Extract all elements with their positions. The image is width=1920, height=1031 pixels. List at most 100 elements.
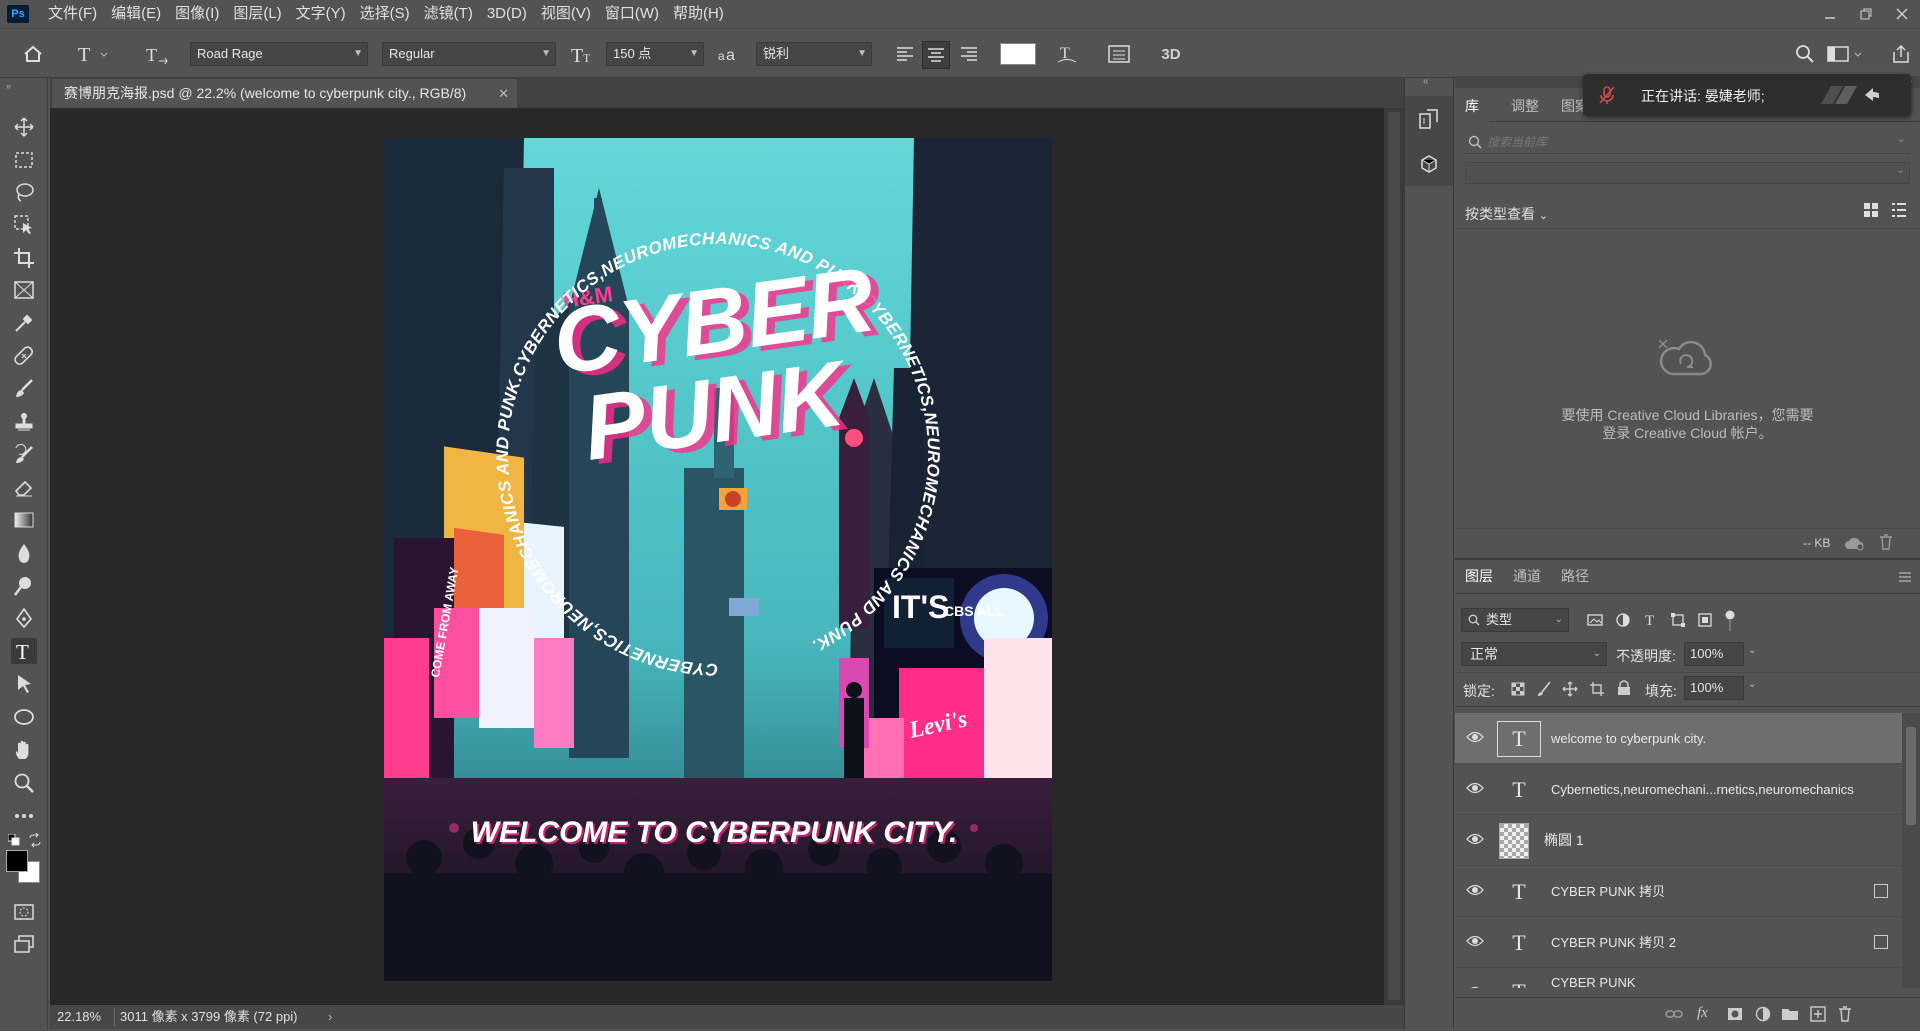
type-tool-icon[interactable]: T	[11, 638, 37, 664]
layer-row[interactable]: T CYBER PUNK 拷贝 2	[1455, 917, 1902, 968]
swap-colors-icon[interactable]	[28, 833, 42, 847]
poster-document[interactable]: H&M IT'S CBS ALL Levi's COME FROM AWAY C…	[384, 138, 1052, 981]
layers-scrollbar[interactable]	[1902, 713, 1920, 988]
filter-pixel-icon[interactable]	[1587, 612, 1603, 628]
eye-icon[interactable]	[1466, 985, 1484, 988]
menu-image[interactable]: 图像(I)	[168, 0, 226, 28]
layer-filter-select[interactable]: 类型 ⌄	[1461, 608, 1569, 632]
adjustment-layer-icon[interactable]	[1755, 1006, 1771, 1022]
align-center-icon[interactable]	[922, 41, 950, 69]
opacity-dropdown-icon[interactable]: ⌄	[1748, 645, 1756, 656]
layer-row[interactable]: T welcome to cyberpunk city.	[1455, 713, 1902, 764]
lock-all-icon[interactable]	[1617, 680, 1631, 696]
foreground-color-swatch[interactable]	[6, 850, 28, 872]
menu-window[interactable]: 窗口(W)	[598, 0, 666, 28]
lock-image-icon[interactable]	[1537, 681, 1551, 697]
layers-scrollbar-thumb[interactable]	[1906, 727, 1916, 825]
document-tab[interactable]: 赛博朋克海报.psd @ 22.2% (welcome to cyberpunk…	[52, 79, 517, 108]
eye-icon[interactable]	[1466, 883, 1484, 897]
delete-library-icon[interactable]	[1879, 534, 1893, 550]
lasso-tool-icon[interactable]	[11, 179, 37, 205]
view-by-type-dropdown[interactable]: 按类型查看 ⌄	[1465, 204, 1548, 224]
lock-transparent-icon[interactable]	[1511, 682, 1525, 696]
quick-mask-icon[interactable]	[11, 899, 37, 925]
layer-row[interactable]: 椭圆 1	[1455, 815, 1902, 866]
eraser-tool-icon[interactable]	[11, 474, 37, 500]
character-panel-icon[interactable]	[1106, 41, 1132, 67]
status-arrow-icon[interactable]: ›	[328, 1005, 332, 1029]
filter-adjustment-icon[interactable]	[1615, 612, 1631, 628]
menu-layer[interactable]: 图层(L)	[226, 0, 288, 28]
menu-3d[interactable]: 3D(D)	[480, 0, 534, 28]
clone-stamp-tool-icon[interactable]	[11, 409, 37, 435]
eyedropper-tool-icon[interactable]	[11, 310, 37, 336]
layer-row[interactable]: T CYBER PUNK 拷贝	[1455, 866, 1902, 917]
antialias-select[interactable]: 锐利 ▼	[756, 42, 872, 66]
fill-dropdown-icon[interactable]: ⌄	[1748, 679, 1756, 690]
3d-icon[interactable]: 3D	[1156, 41, 1186, 67]
lock-position-icon[interactable]	[1562, 681, 1578, 697]
brush-tool-icon[interactable]	[11, 376, 37, 402]
dodge-tool-icon[interactable]	[11, 573, 37, 599]
tab-adjustments[interactable]: 调整	[1501, 90, 1549, 122]
menu-edit[interactable]: 编辑(E)	[104, 0, 168, 28]
eye-icon[interactable]	[1466, 730, 1484, 744]
align-right-icon[interactable]	[956, 41, 982, 67]
toggle-text-orientation-icon[interactable]: T	[144, 41, 170, 67]
blur-tool-icon[interactable]	[11, 540, 37, 566]
grid-view-icon[interactable]	[1863, 202, 1879, 218]
eye-icon[interactable]	[1466, 781, 1484, 795]
link-layers-icon[interactable]	[1665, 1008, 1683, 1020]
filter-toggle-icon[interactable]	[1725, 610, 1735, 632]
collapse-toolbar-icon[interactable]: »	[6, 81, 11, 91]
layer-row[interactable]: T Cybernetics,neuromechani...rnetics,neu…	[1455, 764, 1902, 815]
hand-tool-icon[interactable]	[11, 737, 37, 763]
list-view-icon[interactable]	[1891, 202, 1907, 218]
font-size-input[interactable]: 150 点 ▼	[606, 42, 704, 66]
new-group-icon[interactable]	[1781, 1007, 1799, 1021]
canvas-scrollbar[interactable]	[1384, 108, 1404, 1005]
opacity-input[interactable]: 100%	[1684, 642, 1744, 666]
marquee-tool-icon[interactable]	[11, 147, 37, 173]
layers-menu-icon[interactable]	[1898, 571, 1912, 583]
workspace-icon[interactable]	[1826, 41, 1866, 67]
home-icon[interactable]	[20, 42, 46, 66]
text-color-swatch[interactable]	[1000, 43, 1036, 65]
layer-effects-icon[interactable]: fx	[1697, 1005, 1708, 1022]
filter-smart-object-icon[interactable]	[1697, 612, 1713, 628]
eye-icon[interactable]	[1466, 934, 1484, 948]
crop-tool-icon[interactable]	[11, 245, 37, 271]
healing-brush-tool-icon[interactable]	[11, 343, 37, 369]
pen-tool-icon[interactable]	[11, 605, 37, 631]
delete-layer-icon[interactable]	[1838, 1006, 1852, 1022]
add-mask-icon[interactable]	[1727, 1007, 1743, 1021]
close-icon[interactable]	[1884, 0, 1920, 28]
library-search-box[interactable]: 搜索当前库 ⌄	[1465, 130, 1910, 154]
restore-icon[interactable]	[1848, 0, 1884, 28]
filter-shape-icon[interactable]	[1670, 612, 1686, 628]
ellipse-tool-icon[interactable]	[11, 704, 37, 730]
path-selection-tool-icon[interactable]	[11, 671, 37, 697]
tab-channels[interactable]: 通道	[1503, 560, 1551, 592]
menu-help[interactable]: 帮助(H)	[666, 0, 731, 28]
menu-filter[interactable]: 滤镜(T)	[417, 0, 480, 28]
fill-input[interactable]: 100%	[1684, 676, 1744, 700]
new-layer-icon[interactable]	[1810, 1006, 1826, 1022]
lock-artboard-icon[interactable]	[1589, 681, 1605, 697]
zoom-level[interactable]: 22.18%	[57, 1005, 101, 1029]
close-tab-icon[interactable]: ✕	[498, 79, 509, 108]
tab-libraries[interactable]: 库	[1455, 90, 1489, 122]
warp-text-icon[interactable]: T	[1054, 41, 1080, 67]
font-family-select[interactable]: Road Rage ▼	[190, 42, 368, 66]
layer-row[interactable]: T CYBER PUNK	[1455, 968, 1902, 988]
share-icon[interactable]	[1888, 41, 1914, 67]
cloud-sync-icon[interactable]	[1844, 535, 1866, 551]
minimize-icon[interactable]	[1812, 0, 1848, 28]
more-tools-icon[interactable]	[11, 803, 37, 829]
tab-paths[interactable]: 路径	[1551, 560, 1599, 592]
menu-select[interactable]: 选择(S)	[353, 0, 417, 28]
screen-mode-icon[interactable]	[11, 931, 37, 957]
scrollbar-thumb[interactable]	[1388, 112, 1400, 1000]
blend-mode-select[interactable]: 正常 ⌄	[1461, 642, 1607, 666]
align-left-icon[interactable]	[892, 41, 918, 67]
